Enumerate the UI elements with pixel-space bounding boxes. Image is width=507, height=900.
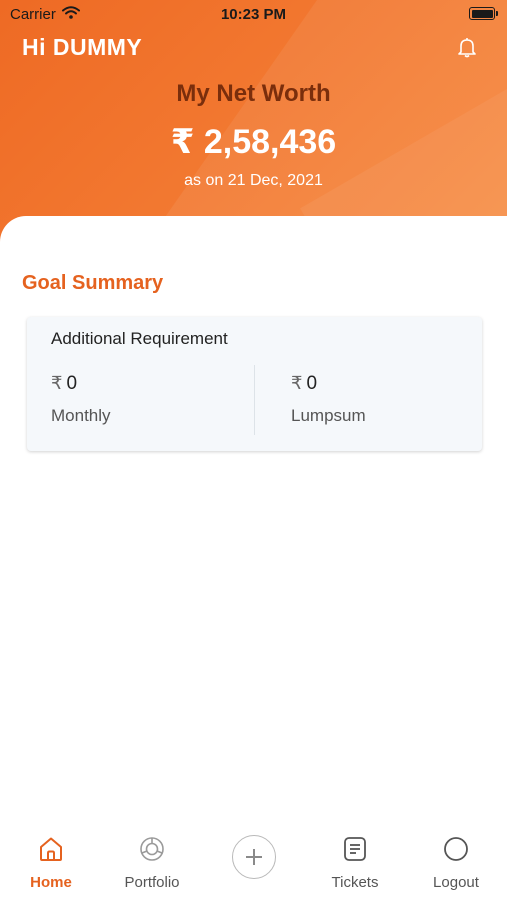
networth-value: ₹ 2,58,436 xyxy=(170,123,337,161)
tab-home[interactable]: Home xyxy=(6,820,96,900)
tab-logout[interactable]: Logout xyxy=(411,820,501,900)
card-title: Additional Requirement xyxy=(51,329,228,348)
logout-icon xyxy=(444,837,468,861)
add-button[interactable] xyxy=(232,835,276,879)
battery-icon xyxy=(469,7,498,20)
bottom-tab-bar: Home Portfolio Tickets Logout xyxy=(0,820,507,900)
rupee-icon: ₹ xyxy=(291,373,303,393)
tickets-icon xyxy=(344,837,366,861)
tab-portfolio-label: Portfolio xyxy=(124,874,180,891)
tab-portfolio[interactable]: Portfolio xyxy=(107,820,197,900)
lumpsum-amount: ₹0 xyxy=(291,373,317,395)
monthly-amount: ₹0 xyxy=(51,373,77,395)
main-content xyxy=(0,216,507,830)
card-divider xyxy=(254,365,255,435)
home-icon xyxy=(40,837,62,861)
bell-icon[interactable] xyxy=(456,36,478,58)
greeting-text: Hi DUMMY xyxy=(22,34,143,60)
tab-tickets[interactable]: Tickets xyxy=(310,820,400,900)
additional-requirement-card[interactable]: Additional Requirement ₹0 Monthly ₹0 Lum… xyxy=(27,317,482,451)
status-bar: Carrier 10:23 PM xyxy=(0,0,507,30)
lumpsum-label: Lumpsum xyxy=(291,406,366,425)
rupee-icon: ₹ xyxy=(51,373,63,393)
monthly-value: 0 xyxy=(66,373,78,394)
status-time: 10:23 PM xyxy=(220,6,287,23)
tab-tickets-label: Tickets xyxy=(331,874,379,891)
plus-icon xyxy=(246,849,262,865)
tab-home-label: Home xyxy=(30,874,72,891)
portfolio-icon xyxy=(140,837,164,861)
networth-date: as on 21 Dec, 2021 xyxy=(184,172,323,189)
lumpsum-value: 0 xyxy=(306,373,318,394)
tab-logout-label: Logout xyxy=(433,874,479,891)
monthly-label: Monthly xyxy=(51,406,111,425)
networth-title: My Net Worth xyxy=(176,80,331,107)
goal-summary-title: Goal Summary xyxy=(22,272,164,294)
